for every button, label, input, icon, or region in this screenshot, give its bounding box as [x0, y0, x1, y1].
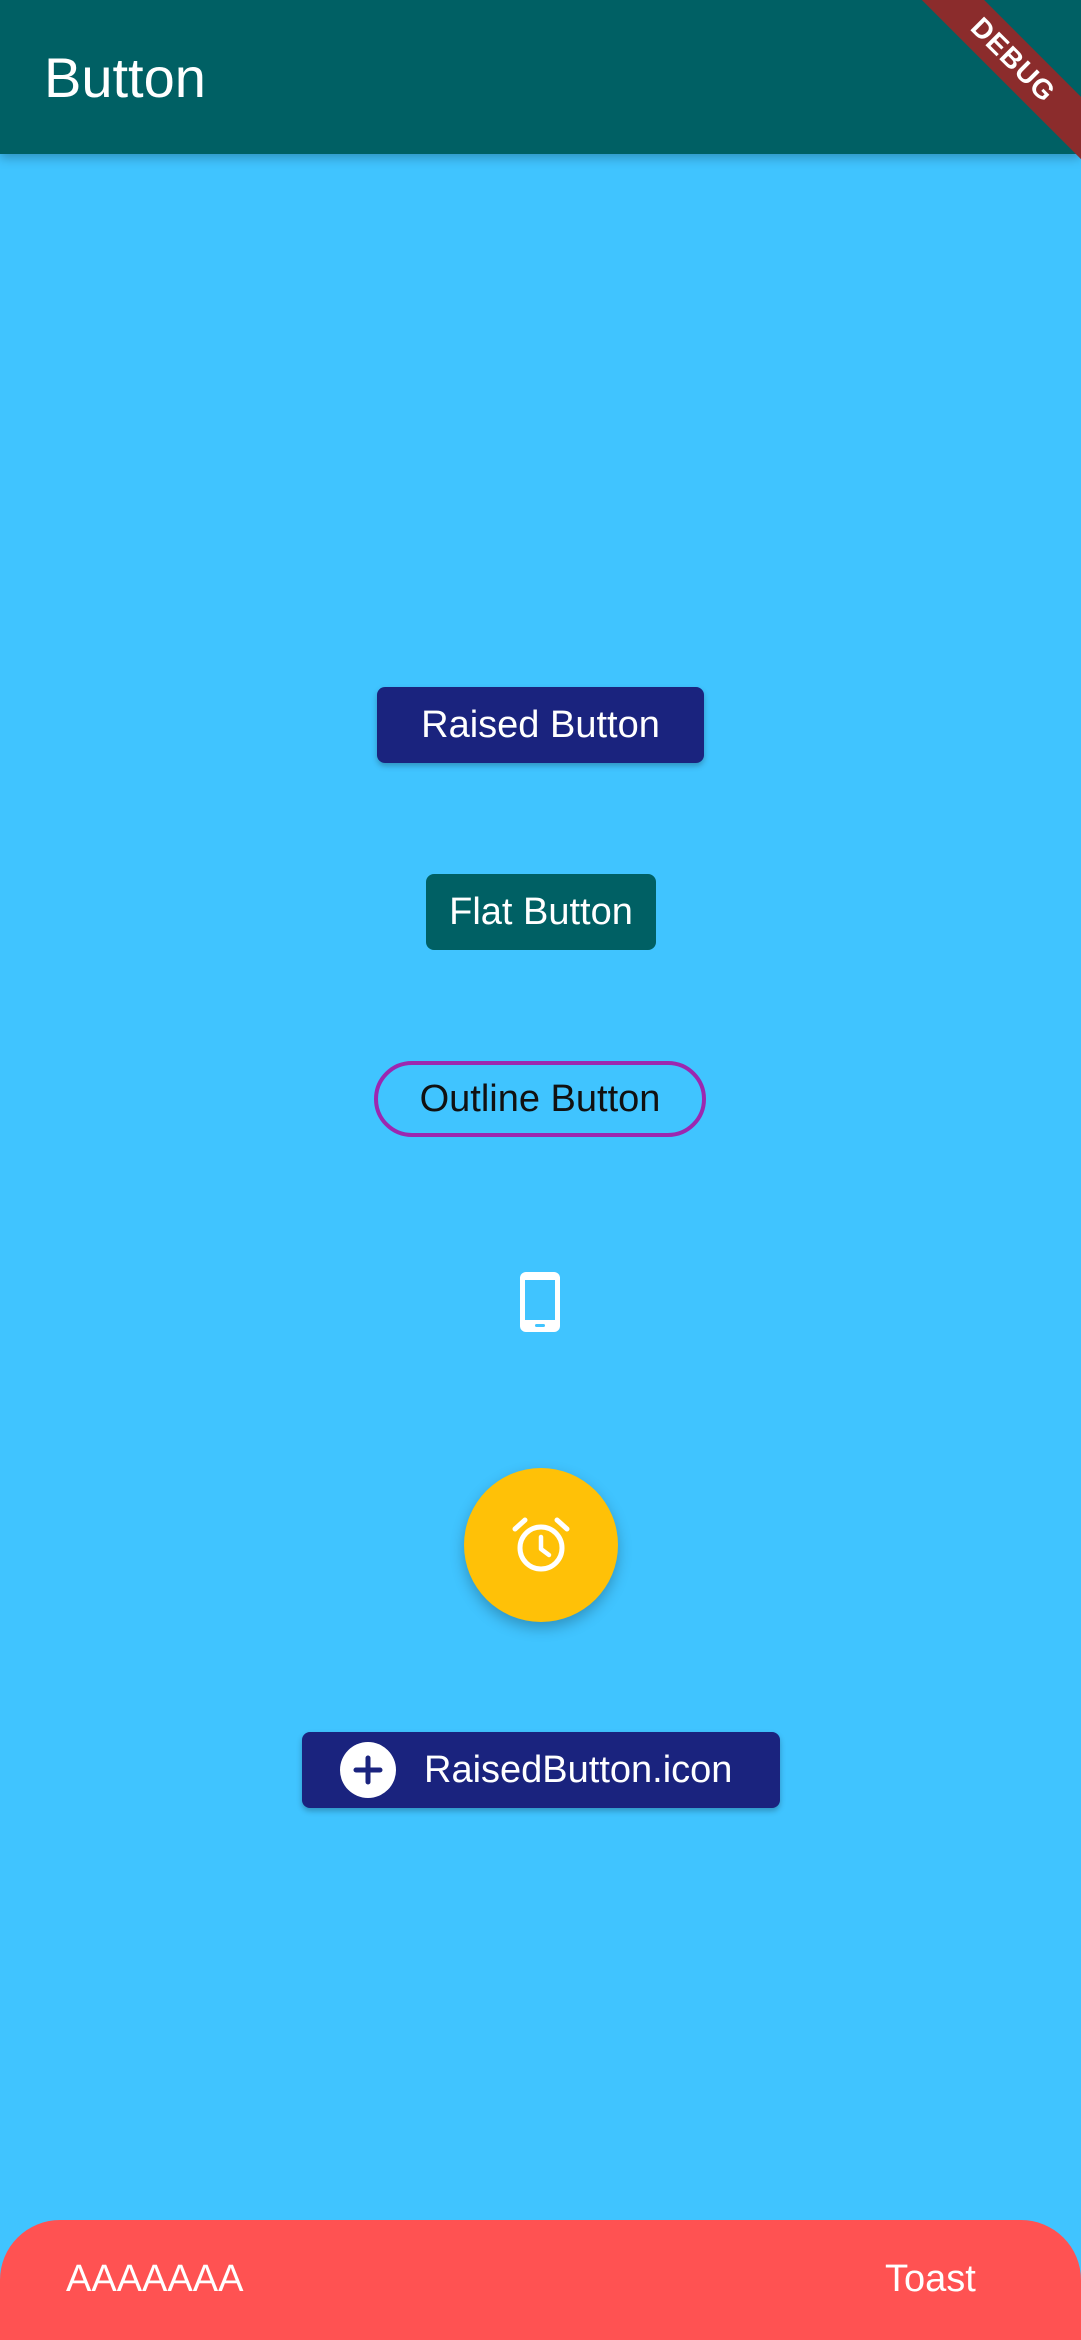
debug-banner-label: DEBUG: [921, 0, 1081, 160]
raised-button-label: Raised Button: [421, 703, 660, 746]
raised-icon-button-label: RaisedButton.icon: [424, 1748, 733, 1791]
alarm-fab[interactable]: [464, 1468, 618, 1622]
app-screen: Button DEBUG Raised Button Flat Button O…: [0, 0, 1081, 2340]
outline-button-label: Outline Button: [419, 1077, 661, 1120]
phone-icon-button[interactable]: [500, 1262, 580, 1342]
app-bar-title: Button: [44, 46, 206, 109]
app-bar: Button: [0, 0, 1081, 154]
raised-icon-button[interactable]: RaisedButton.icon: [302, 1732, 780, 1808]
phone-icon: [520, 1272, 560, 1332]
flat-button[interactable]: Flat Button: [426, 874, 656, 950]
outline-button[interactable]: Outline Button: [374, 1061, 706, 1137]
debug-banner: DEBUG: [921, 0, 1081, 160]
flat-button-label: Flat Button: [449, 890, 633, 933]
toast-message: AAAAAAA: [66, 2258, 244, 2300]
alarm-icon: [512, 1517, 570, 1572]
toast-action-button[interactable]: Toast: [885, 2258, 976, 2301]
raised-button[interactable]: Raised Button: [377, 687, 704, 763]
add-circle-icon: [340, 1742, 396, 1798]
